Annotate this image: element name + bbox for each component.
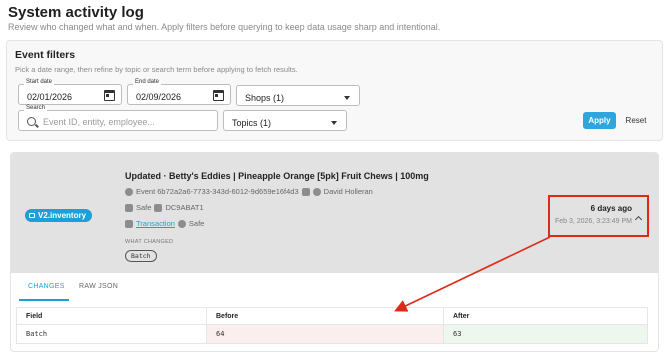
location-name: Safe [136, 203, 152, 212]
fingerprint-icon [125, 187, 133, 196]
annotation-highlight-box [548, 195, 649, 237]
transaction-link[interactable]: Transaction [136, 219, 175, 228]
calendar-icon[interactable] [213, 90, 224, 101]
topics-select[interactable]: Topics (1) [223, 110, 347, 131]
table-row: Batch 64 63 [16, 324, 648, 344]
chevron-down-icon [344, 96, 350, 100]
transaction-location: Safe [188, 219, 205, 228]
changes-table: Field Before After Batch 64 63 [16, 307, 648, 344]
target-icon [177, 219, 186, 228]
chip-icon [29, 213, 35, 218]
search-label: Search [24, 105, 48, 111]
topic-badge: V2.inventory [25, 209, 93, 222]
topics-select-value: Topics (1) [232, 118, 272, 128]
employee-name: David Holleran [323, 187, 373, 196]
end-date-label: End date [133, 79, 162, 85]
inventory-icon [154, 203, 163, 212]
tabs: CHANGES RAW JSON [11, 275, 658, 301]
topic-badge-label: V2.inventory [38, 211, 87, 220]
shops-select[interactable]: Shops (1) [236, 85, 360, 106]
column-header-before: Before [206, 307, 444, 325]
table-header-row: Field Before After [16, 307, 648, 325]
transaction-row: Transaction Safe [125, 219, 204, 228]
filters-title: Event filters [15, 49, 76, 61]
cell-after: 63 [443, 324, 648, 344]
end-date-field[interactable]: End date 02/09/2026 [127, 79, 231, 105]
start-date-field[interactable]: Start date 02/01/2026 [18, 79, 122, 105]
cell-field: Batch [16, 324, 207, 344]
end-date-value: 02/09/2026 [136, 92, 182, 102]
start-date-label: Start date [24, 79, 55, 85]
column-header-field: Field [16, 307, 207, 325]
cell-before: 64 [206, 324, 444, 344]
column-header-after: After [443, 307, 648, 325]
chevron-down-icon [331, 121, 337, 125]
location-code: DC9ABAT1 [165, 203, 204, 212]
tab-raw-json[interactable]: RAW JSON [79, 283, 118, 290]
event-title: Updated · Betty's Eddies | Pineapple Ora… [125, 171, 429, 181]
page-subtitle: Review who changed what and when. Apply … [8, 22, 441, 32]
copy-icon[interactable] [301, 187, 310, 196]
event-id-row: Event 6b72a2a6-7733-343d-6012-9d659e16f4… [125, 187, 373, 196]
what-changed-label: WHAT CHANGED [125, 239, 174, 245]
changed-field-chip: Batch [125, 250, 157, 262]
apply-button[interactable]: Apply [583, 112, 616, 129]
search-icon [27, 117, 36, 126]
start-date-value: 02/01/2026 [27, 92, 73, 102]
active-tab-indicator [19, 299, 69, 301]
filters-help: Pick a date range, then refine by topic … [15, 65, 298, 74]
reset-button[interactable]: Reset [625, 112, 647, 129]
tab-changes[interactable]: CHANGES [28, 283, 65, 290]
shops-select-value: Shops (1) [245, 93, 285, 103]
page-title: System activity log [8, 4, 144, 21]
calendar-icon[interactable] [104, 90, 115, 101]
event-id: Event 6b72a2a6-7733-343d-6012-9d659e16f4… [136, 187, 299, 196]
location-row: Safe DC9ABAT1 [125, 203, 204, 212]
search-placeholder: Event ID, entity, employee... [43, 117, 155, 127]
person-icon [312, 187, 321, 196]
store-icon [125, 203, 133, 212]
folder-icon [125, 219, 133, 228]
search-input[interactable]: Search Event ID, entity, employee... [18, 105, 218, 131]
